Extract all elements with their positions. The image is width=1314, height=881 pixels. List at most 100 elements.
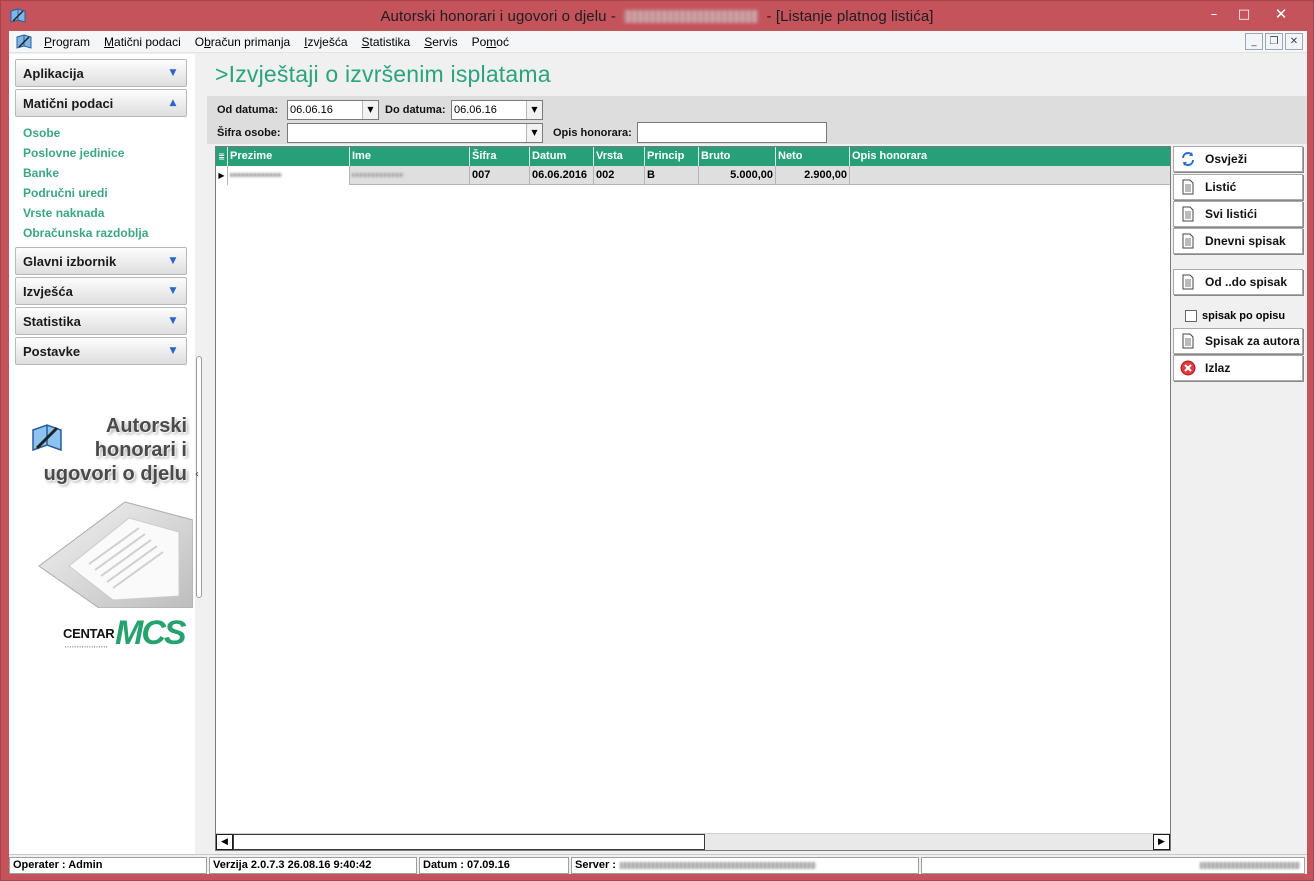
col-ime[interactable]: Ime — [350, 147, 470, 166]
izlaz-label: Izlaz — [1205, 361, 1231, 375]
col-bruto[interactable]: Bruto — [699, 147, 776, 166]
nav-link-osobe[interactable]: Osobe — [23, 123, 187, 143]
spisak-po-opisu-option[interactable]: spisak po opisu — [1185, 310, 1285, 322]
status-verzija: Verzija 2.0.7.3 26.08.16 9:40:42 — [209, 857, 417, 874]
panel-splitter[interactable]: ‹ — [195, 54, 206, 856]
cell-ime[interactable] — [350, 166, 470, 185]
mdi-restore-button[interactable]: ❐ — [1265, 33, 1283, 50]
cell-sifra[interactable]: 007 — [470, 166, 530, 185]
chevron-double-down-icon: ▼ — [169, 67, 177, 78]
nav-section-maticni-podaci[interactable]: Matični podaci ▲ — [15, 89, 187, 117]
document-icon — [1182, 206, 1194, 222]
do-datuma-combo[interactable]: 06.06.16 ▼ — [451, 100, 543, 120]
document-icon — [1182, 179, 1194, 195]
page-title: >Izvještaji o izvršenim isplatama — [215, 61, 551, 87]
nav-link-banke[interactable]: Banke — [23, 163, 187, 183]
brand-line: honorari i — [94, 439, 187, 461]
nav-section-label: Aplikacija — [23, 65, 84, 81]
status-operater: Operater : Admin — [9, 857, 207, 874]
do-datuma-label: Do datuma: — [385, 104, 446, 116]
dropdown-arrow-icon[interactable]: ▼ — [526, 101, 542, 119]
col-princip[interactable]: Princip — [645, 147, 699, 166]
book-pen-icon — [10, 8, 26, 23]
status-server: Server : — [571, 857, 919, 874]
filter-panel: Od datuma: 06.06.16 ▼ Do datuma: 06.06.1… — [207, 96, 1307, 144]
document-icon — [1182, 274, 1194, 290]
opis-honorara-label: Opis honorara: — [553, 127, 632, 139]
izlaz-button[interactable]: Izlaz — [1173, 355, 1303, 381]
nav-section-glavni-izbornik[interactable]: Glavni izbornik ▼ — [15, 247, 187, 275]
cell-prezime[interactable] — [228, 166, 350, 185]
od-datuma-value: 06.06.16 — [290, 104, 333, 116]
osvjezi-button[interactable]: Osvježi — [1173, 146, 1303, 172]
scroll-thumb[interactable] — [233, 834, 705, 850]
col-datum[interactable]: Datum — [530, 147, 594, 166]
menu-program[interactable]: Program — [37, 31, 97, 53]
col-prezime[interactable]: Prezime — [228, 147, 350, 166]
nav-link-podrucni-uredi[interactable]: Područni uredi — [23, 183, 187, 203]
maximize-button[interactable]: □ — [1229, 3, 1259, 25]
opis-honorara-input[interactable] — [637, 122, 827, 143]
refresh-icon — [1182, 152, 1194, 166]
results-grid: ≣ Prezime Ime Šifra Datum Vrsta Princip … — [215, 146, 1171, 851]
nav-link-vrste-naknada[interactable]: Vrste naknada — [23, 203, 187, 223]
sifra-osobe-label: Šifra osobe: — [217, 127, 281, 139]
nav-section-aplikacija[interactable]: Aplikacija ▼ — [15, 59, 187, 87]
col-opis-honorara[interactable]: Opis honorara — [850, 147, 1170, 166]
menu-obracun-primanja[interactable]: Obračun primanja — [188, 31, 297, 53]
dnevni-spisak-button[interactable]: Dnevni spisak — [1173, 228, 1303, 254]
dropdown-arrow-icon[interactable]: ▼ — [526, 124, 542, 142]
od-do-spisak-button[interactable]: Od ..do spisak — [1173, 269, 1303, 295]
nav-section-statistika[interactable]: Statistika ▼ — [15, 307, 187, 335]
menu-statistika[interactable]: Statistika — [355, 31, 418, 53]
cell-vrsta[interactable]: 002 — [594, 166, 645, 185]
redacted-prezime — [230, 173, 282, 177]
nav-section-postavke[interactable]: Postavke ▼ — [15, 337, 187, 365]
spisak-po-opisu-checkbox[interactable] — [1185, 310, 1197, 322]
spisak-po-opisu-label: spisak po opisu — [1202, 310, 1286, 322]
menu-accelerator: b — [204, 34, 211, 49]
od-datuma-label: Od datuma: — [217, 104, 279, 116]
cell-neto[interactable]: 2.900,00 — [776, 166, 850, 185]
status-datum: Datum : 07.09.16 — [419, 857, 569, 874]
col-vrsta[interactable]: Vrsta — [594, 147, 645, 166]
window-title-prefix: Autorski honorari i ugovori o djelu - — [380, 7, 621, 25]
nav-section-izvjesca[interactable]: Izvješća ▼ — [15, 277, 187, 305]
listic-button[interactable]: Listić — [1173, 174, 1303, 200]
cell-opis[interactable] — [850, 166, 1170, 185]
collapse-arrow-icon[interactable]: ‹ — [195, 469, 199, 480]
scroll-right-icon[interactable]: ▶ — [1153, 834, 1170, 850]
title-bar[interactable]: Autorski honorari i ugovori o djelu - - … — [1, 1, 1313, 31]
od-datuma-combo[interactable]: 06.06.16 ▼ — [287, 100, 379, 120]
table-row[interactable]: ▶ 007 06.06.2016 002 B 5.000,00 2.900,00 — [216, 166, 1170, 185]
horizontal-scrollbar[interactable]: ◀ ▶ — [216, 833, 1170, 850]
chevron-double-up-icon: ▲ — [169, 97, 177, 108]
sifra-osobe-combo[interactable]: ▼ — [287, 123, 543, 143]
minimize-button[interactable]: – — [1199, 3, 1229, 25]
mdi-close-button[interactable]: ✕ — [1285, 33, 1303, 50]
menu-pomoc[interactable]: Pomoć — [465, 31, 516, 53]
cell-bruto[interactable]: 5.000,00 — [699, 166, 776, 185]
nav-link-obracunska-razdoblja[interactable]: Obračunska razdoblja — [23, 223, 187, 243]
nav-section-label: Statistika — [23, 313, 81, 329]
window-controls: – □ ✕ — [1199, 3, 1303, 25]
menu-maticni-podaci[interactable]: Matični podaci — [97, 31, 188, 53]
grid-menu-icon[interactable]: ≣ — [216, 147, 228, 166]
dropdown-arrow-icon[interactable]: ▼ — [362, 101, 378, 119]
svi-listici-button[interactable]: Svi listići — [1173, 201, 1303, 227]
mdi-controls: _ ❐ ✕ — [1245, 33, 1303, 50]
col-sifra[interactable]: Šifra — [470, 147, 530, 166]
spisak-za-autora-button[interactable]: Spisak za autora — [1173, 328, 1303, 354]
menu-text: ervis — [432, 34, 458, 49]
menu-text: zvješća — [307, 34, 348, 49]
col-neto[interactable]: Neto — [776, 147, 850, 166]
mdi-minimize-button[interactable]: _ — [1245, 33, 1263, 50]
cell-datum[interactable]: 06.06.2016 — [530, 166, 594, 185]
scroll-left-icon[interactable]: ◀ — [216, 834, 233, 850]
cell-princip[interactable]: B — [645, 166, 699, 185]
nav-link-poslovne-jedinice[interactable]: Poslovne jedinice — [23, 143, 187, 163]
close-button[interactable]: ✕ — [1259, 3, 1303, 25]
menu-izvjesca[interactable]: Izvješća — [297, 31, 354, 53]
menu-servis[interactable]: Servis — [417, 31, 464, 53]
document-icon — [1182, 333, 1194, 349]
